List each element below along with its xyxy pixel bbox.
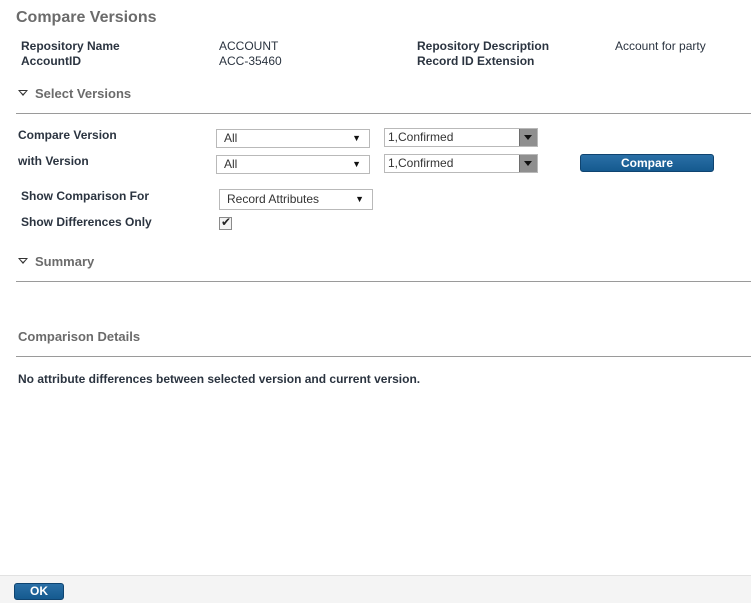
footer-bar: OK	[0, 575, 751, 603]
section-divider	[16, 356, 751, 357]
compare-version-label: Compare Version	[18, 128, 117, 142]
checkmark-icon: ✔	[221, 215, 232, 229]
with-version-value: 1,Confirmed	[388, 156, 454, 170]
with-version-combo[interactable]: 1,Confirmed	[384, 154, 538, 173]
compare-button[interactable]: Compare	[580, 154, 714, 172]
combo-dropdown-icon[interactable]	[519, 155, 537, 172]
comparison-details-heading: Comparison Details	[18, 329, 141, 344]
differences-only-label: Show Differences Only	[21, 215, 152, 229]
repository-description-value: Account for party	[615, 39, 706, 53]
section-divider	[16, 281, 751, 282]
section-divider	[16, 113, 751, 114]
show-comparison-label: Show Comparison For	[21, 189, 150, 203]
compare-version-value: 1,Confirmed	[388, 130, 454, 144]
ok-button[interactable]: OK	[14, 583, 64, 600]
dropdown-arrow-icon: ▼	[352, 133, 361, 143]
record-id-extension-label: Record ID Extension	[417, 54, 535, 68]
dropdown-arrow-icon: ▼	[352, 159, 361, 169]
repository-name-value: ACCOUNT	[219, 39, 279, 53]
compare-filter-select[interactable]: All ▼	[216, 129, 370, 148]
compare-version-combo[interactable]: 1,Confirmed	[384, 128, 538, 147]
with-filter-value: All	[224, 157, 238, 171]
show-comparison-value: Record Attributes	[227, 192, 320, 206]
select-versions-heading[interactable]: Select Versions	[35, 86, 131, 101]
collapse-triangle-icon[interactable]	[18, 90, 28, 96]
dropdown-arrow-icon: ▼	[355, 194, 364, 204]
comparison-message: No attribute differences between selecte…	[18, 372, 421, 386]
repository-name-label: Repository Name	[21, 39, 120, 53]
with-version-label: with Version	[18, 154, 89, 168]
collapse-triangle-icon[interactable]	[18, 258, 28, 264]
differences-only-checkbox[interactable]: ✔	[219, 215, 232, 230]
account-id-label: AccountID	[21, 54, 81, 68]
compare-filter-value: All	[224, 131, 238, 145]
repository-description-label: Repository Description	[417, 39, 550, 53]
summary-heading[interactable]: Summary	[35, 254, 94, 269]
page-title: Compare Versions	[16, 9, 157, 26]
show-comparison-select[interactable]: Record Attributes ▼	[219, 189, 373, 210]
combo-dropdown-icon[interactable]	[519, 129, 537, 146]
account-id-value: ACC-35460	[219, 54, 282, 68]
with-filter-select[interactable]: All ▼	[216, 155, 370, 174]
